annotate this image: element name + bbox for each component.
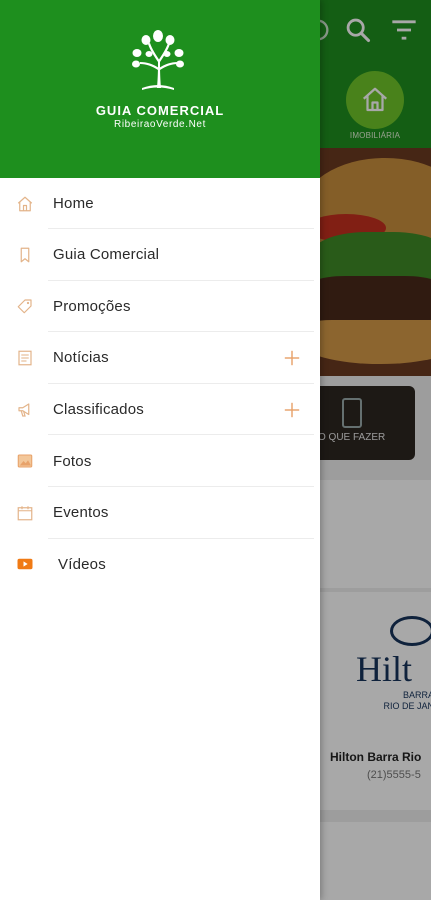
- drawer-menu: Home Guia Comercial Promoções Notícias C…: [0, 178, 320, 590]
- home-icon: [15, 194, 35, 214]
- menu-item-label: Classificados: [53, 401, 144, 419]
- calendar-icon: [15, 503, 35, 523]
- newspaper-icon: [15, 348, 35, 368]
- menu-item-label: Fotos: [53, 452, 92, 470]
- brand-title: GUIA COMERCIAL: [95, 103, 225, 118]
- menu-item-label: Promoções: [53, 297, 131, 315]
- tree-logo-icon: [132, 30, 184, 90]
- menu-item-label: Eventos: [53, 504, 109, 522]
- bookmark-icon: [15, 245, 35, 265]
- expand-plus-icon[interactable]: [282, 400, 302, 420]
- menu-item-classificados[interactable]: Classificados: [0, 384, 320, 436]
- photo-icon: [15, 451, 35, 471]
- menu-item-promocoes[interactable]: Promoções: [0, 281, 320, 333]
- menu-item-label: Vídeos: [58, 555, 106, 573]
- menu-item-home[interactable]: Home: [0, 178, 320, 229]
- menu-item-fotos[interactable]: Fotos: [0, 435, 320, 487]
- drawer-header: GUIA COMERCIAL RibeiraoVerde.Net: [0, 0, 320, 178]
- menu-item-noticias[interactable]: Notícias: [0, 332, 320, 384]
- video-play-icon: [15, 554, 35, 574]
- tag-icon: [15, 296, 35, 316]
- menu-item-eventos[interactable]: Eventos: [0, 487, 320, 539]
- menu-item-videos[interactable]: Vídeos: [0, 539, 320, 591]
- navigation-drawer: GUIA COMERCIAL RibeiraoVerde.Net Home Gu…: [0, 0, 320, 900]
- expand-plus-icon[interactable]: [282, 348, 302, 368]
- menu-item-guia-comercial[interactable]: Guia Comercial: [0, 229, 320, 281]
- menu-item-label: Guia Comercial: [53, 246, 160, 264]
- megaphone-icon: [15, 400, 35, 420]
- menu-item-label: Home: [53, 195, 94, 212]
- brand-subtitle: RibeiraoVerde.Net: [114, 119, 206, 130]
- menu-item-label: Notícias: [53, 349, 109, 367]
